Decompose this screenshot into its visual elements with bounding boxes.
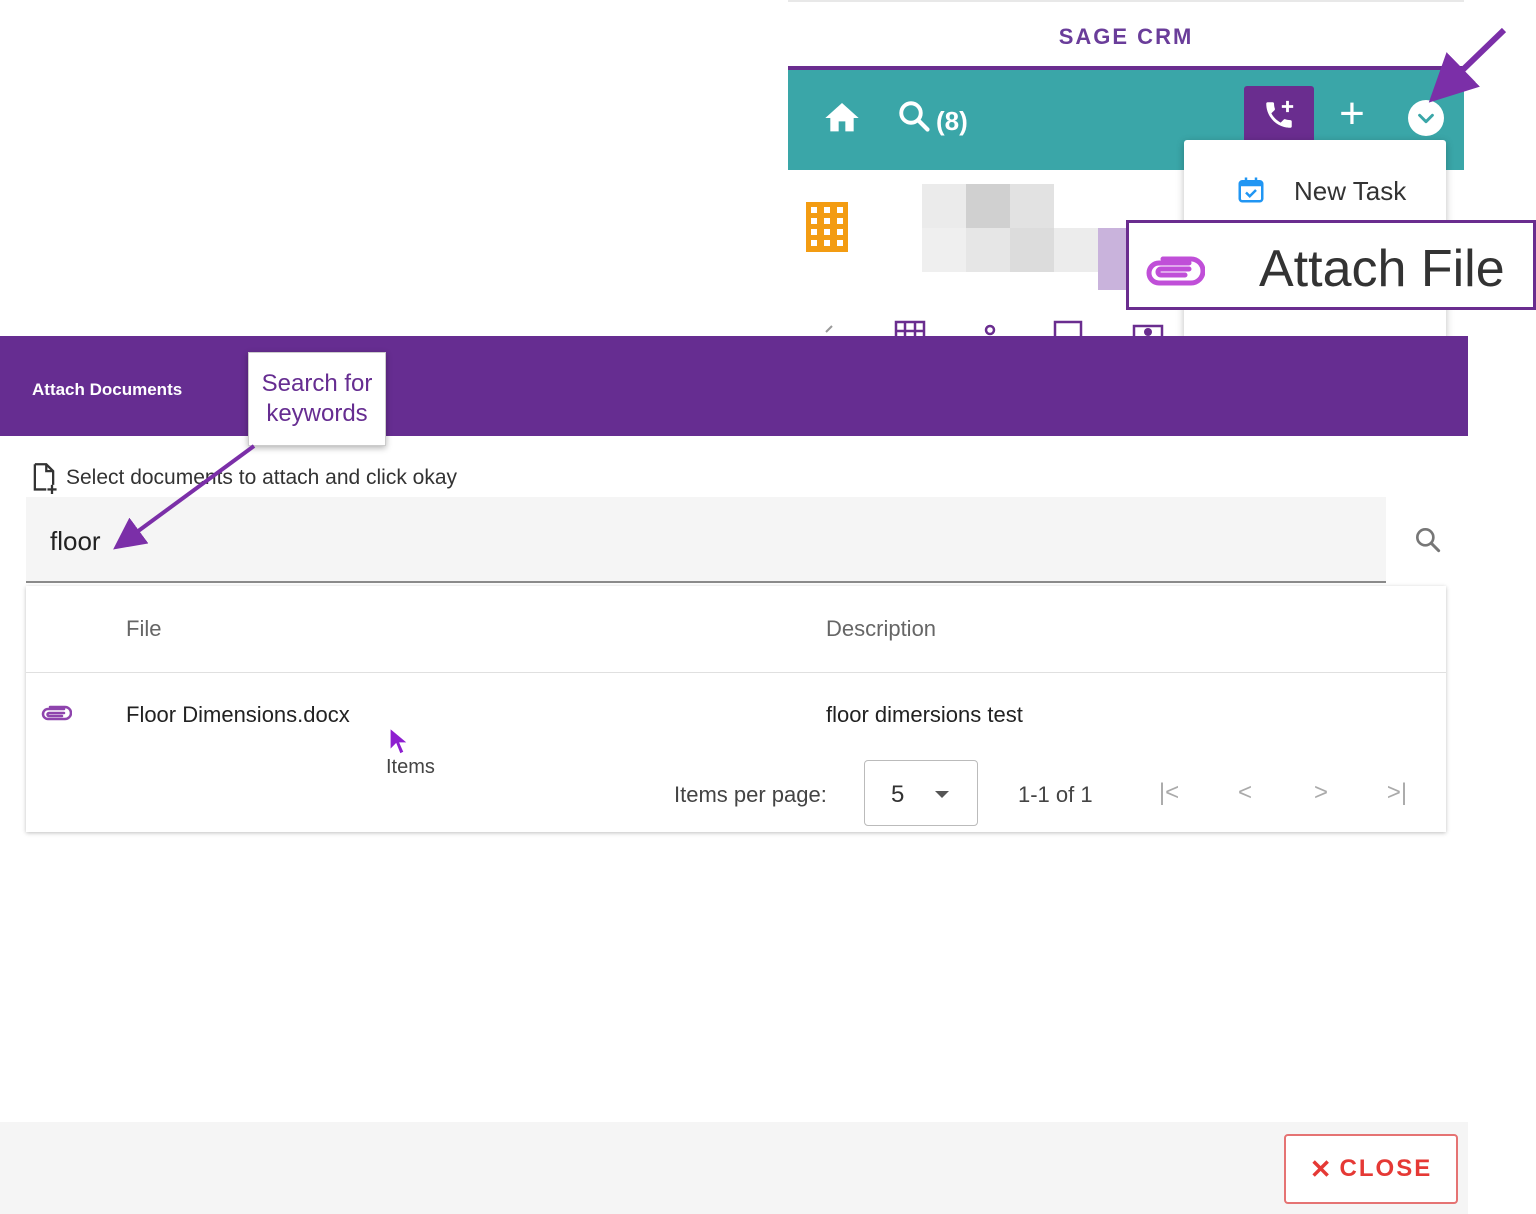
company-building-icon (806, 202, 848, 252)
menu-item-label: New Task (1294, 176, 1407, 206)
menu-item-new-task[interactable]: New Task (1184, 166, 1446, 214)
more-menu-button[interactable] (1408, 100, 1444, 136)
close-button-label: CLOSE (1339, 1155, 1433, 1182)
calendar-check-icon (1238, 177, 1264, 203)
crm-title: SAGE CRM (1058, 24, 1194, 49)
dialog-title: Attach Documents (32, 380, 183, 399)
search-input[interactable] (50, 523, 1250, 559)
previous-page-icon[interactable]: < (1230, 778, 1260, 808)
first-page-icon[interactable]: |< (1154, 778, 1184, 808)
redacted-block (1010, 228, 1054, 272)
documents-table: File Description Floor Dimensions.docx f… (26, 586, 1446, 832)
column-header-description[interactable]: Description (826, 616, 936, 642)
menu-item-label: Attach File (1259, 240, 1505, 298)
instruction-line: Select documents to attach and click oka… (30, 460, 457, 496)
paperclip-icon (1146, 256, 1205, 286)
paginator: Items per page: 5 1-1 of 1 |< < > >| (26, 756, 1446, 826)
search-count[interactable]: (8) (936, 106, 968, 137)
redacted-block (1054, 228, 1098, 272)
close-icon: ✕ (1309, 1153, 1334, 1184)
file-add-icon (33, 463, 57, 494)
mouse-cursor-icon (389, 726, 410, 755)
paperclip-icon (41, 705, 72, 721)
dialog-header: Attach Documents (0, 336, 1468, 436)
row-description: floor dimersions test (826, 702, 1023, 727)
redacted-block (1098, 228, 1128, 290)
last-page-icon[interactable]: >| (1382, 778, 1412, 808)
next-page-icon[interactable]: > (1306, 778, 1336, 808)
chevron-down-icon (1418, 113, 1434, 124)
home-icon[interactable] (822, 98, 862, 138)
search-icon[interactable] (1412, 524, 1444, 556)
close-button[interactable]: ✕ CLOSE (1284, 1134, 1458, 1204)
redacted-block (966, 184, 1010, 228)
redacted-block (922, 228, 966, 272)
redacted-block (966, 228, 1010, 272)
new-call-button[interactable] (1244, 86, 1314, 144)
search-icon[interactable] (896, 98, 932, 134)
page-size-value: 5 (891, 781, 905, 808)
redacted-block (1010, 184, 1054, 228)
divider (26, 672, 1446, 673)
redacted-block (922, 184, 966, 228)
page-size-select[interactable]: 5 (864, 760, 978, 826)
search-keywords-callout: Search for keywords (248, 352, 386, 446)
add-button[interactable]: + (1328, 92, 1376, 140)
column-header-file[interactable]: File (126, 616, 161, 642)
dialog-footer: ✕ CLOSE (0, 1122, 1468, 1214)
phone-add-icon (1266, 100, 1294, 128)
document-search-field (26, 497, 1386, 583)
table-row[interactable]: Floor Dimensions.docx floor dimersions t… (26, 674, 1446, 754)
row-file-name: Floor Dimensions.docx (126, 702, 350, 727)
items-per-page-label: Items per page: (674, 782, 827, 807)
caret-down-icon (935, 791, 949, 798)
menu-item-attach-file[interactable]: Attach File (1126, 220, 1536, 310)
page-range: 1-1 of 1 (1018, 782, 1093, 807)
instruction-text: Select documents to attach and click oka… (66, 466, 458, 489)
